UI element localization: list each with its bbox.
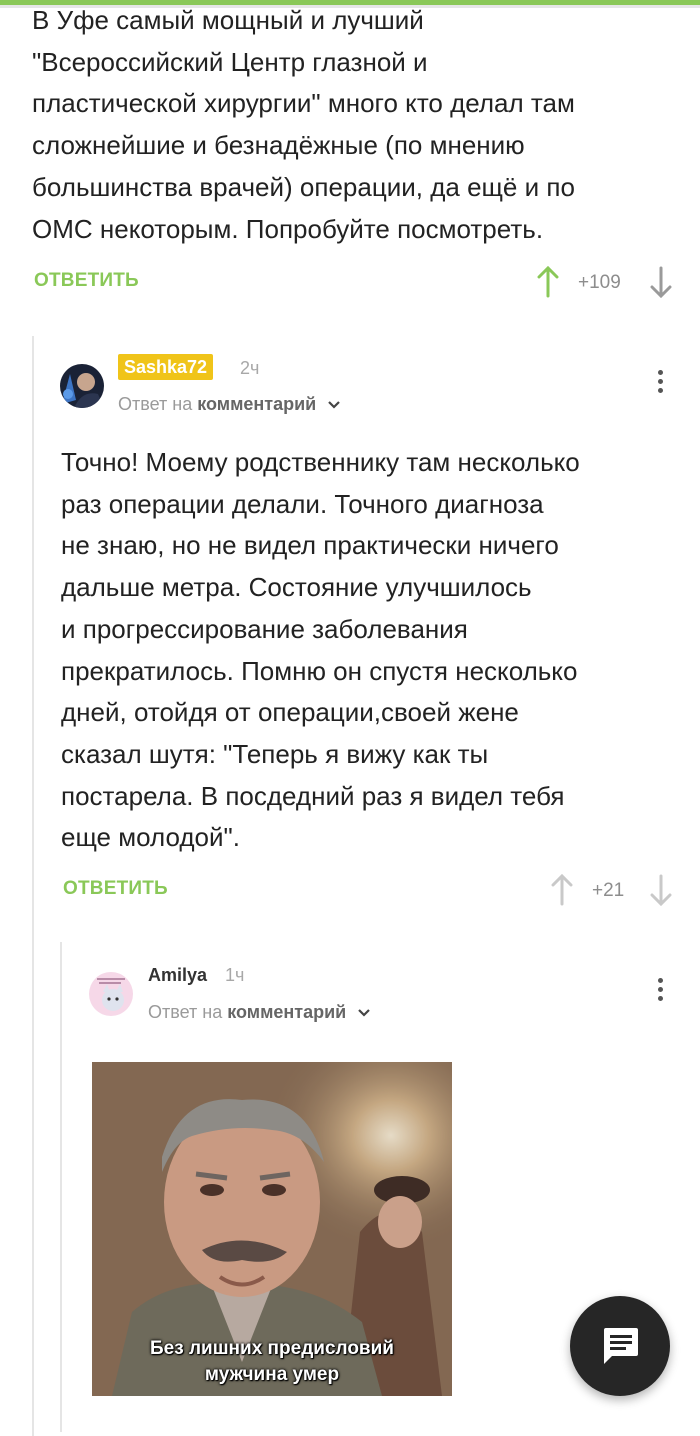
rating-value: +21 (592, 880, 625, 901)
comment-line: раз операции делали. Точного диагноза (61, 488, 544, 519)
comment-line: прекратилось. Помню он спустя несколько (61, 655, 578, 686)
reply-button[interactable]: ОТВЕТИТЬ (34, 270, 139, 292)
more-options-icon[interactable] (658, 978, 664, 1005)
comment-line: Точно! Моему родственнику там несколько (61, 447, 580, 477)
comment-line: и прогрессирование заболевания (61, 613, 468, 644)
meme-caption-line: мужчина умер (204, 1364, 340, 1385)
reply-to-link[interactable]: Ответ на комментарий (118, 394, 341, 415)
reply-to-target: комментарий (197, 394, 317, 414)
comments-fab-button[interactable] (570, 1296, 670, 1396)
more-options-icon[interactable] (658, 370, 664, 397)
comment-line: пластической хирургии" много кто делал т… (32, 88, 575, 119)
comment-line: постарела. В посдедний раз я видел тебя (61, 780, 565, 811)
comment-line: "Всероссийский Центр глазной и (32, 46, 428, 77)
reply-to-link[interactable]: Ответ на комментарий (148, 1002, 371, 1023)
meme-caption-line: Без лишних предисловий (150, 1338, 394, 1359)
avatar[interactable] (89, 972, 133, 1016)
meme-image[interactable]: Без лишних предисловий мужчина умер (92, 1062, 452, 1396)
chat-message-icon (604, 1328, 638, 1364)
chevron-down-icon (358, 1009, 371, 1017)
comment-time: 2ч (240, 358, 260, 378)
reply-button[interactable]: ОТВЕТИТЬ (63, 878, 168, 900)
comment-line: В Уфе самый мощный и лучший (32, 5, 424, 35)
thread-line (32, 336, 34, 1436)
downvote-arrow-icon[interactable] (649, 266, 673, 298)
thread-line (60, 942, 62, 1432)
rating-value: +109 (578, 272, 621, 293)
comment-line: сложнейшие и безнадёжные (по мнению (32, 130, 525, 161)
upvote-arrow-icon[interactable] (550, 874, 574, 906)
reply-to-target: комментарий (227, 1002, 347, 1022)
username[interactable]: Amilya (148, 965, 207, 986)
comment-line: сказал шутя: "Теперь я вижу как ты (61, 738, 489, 769)
comment-line: еще молодой". (61, 822, 240, 853)
comment-line: дальше метра. Состояние улучшилось (61, 572, 532, 603)
comment-line: дней, отойдя от операции,своей жене (61, 697, 519, 728)
avatar[interactable] (60, 364, 104, 408)
comment-body: В Уфе самый мощный и лучший "Всероссийск… (32, 0, 575, 250)
username-badge[interactable]: Sashka72 (118, 354, 214, 380)
comment-line: ОМС некоторым. Попробуйте посмотреть. (32, 213, 544, 244)
comment-line: большинства врачей) операции, да ещё и п… (32, 171, 575, 202)
upvote-arrow-icon[interactable] (536, 266, 560, 298)
comment-line: не знаю, но не видел практически ничего (61, 530, 559, 561)
comment-time: 1ч (225, 965, 245, 985)
reply-to-prefix: Ответ на (118, 394, 193, 414)
comment-body: Точно! Моему родственнику там несколько … (61, 442, 580, 859)
reply-to-prefix: Ответ на (148, 1002, 223, 1022)
chevron-down-icon (328, 401, 341, 409)
downvote-arrow-icon[interactable] (649, 874, 673, 906)
